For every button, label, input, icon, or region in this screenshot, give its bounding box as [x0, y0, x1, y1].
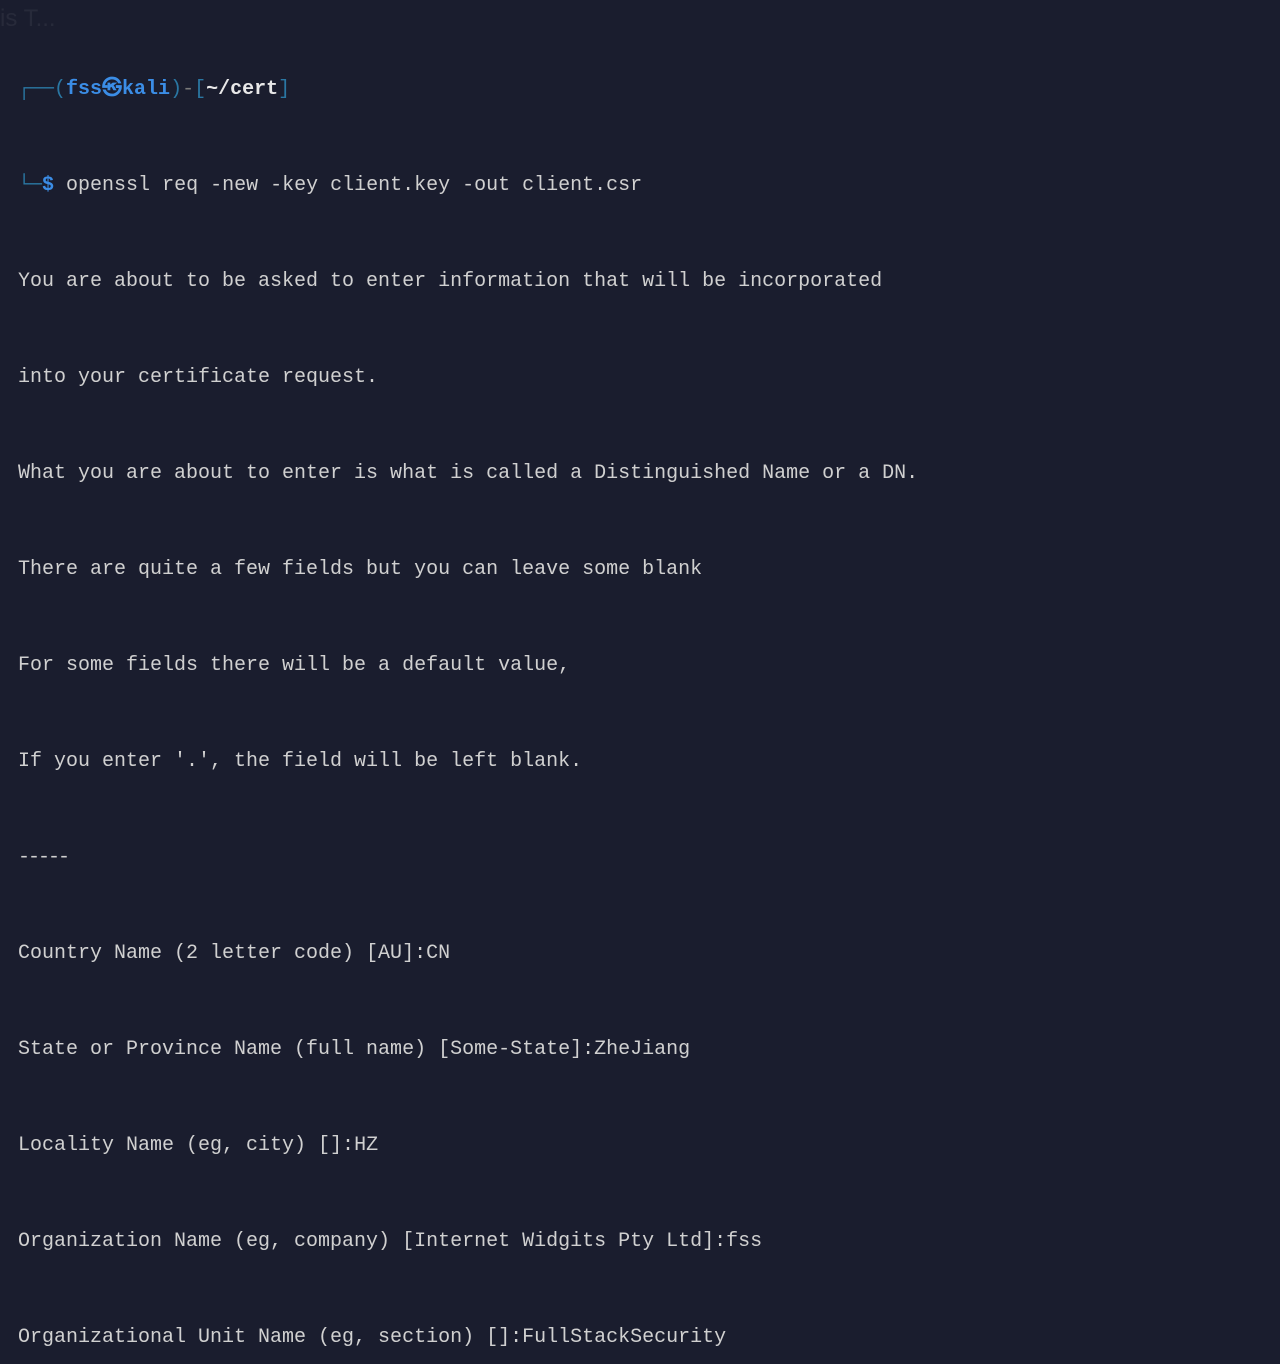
- field-line-1: State or Province Name (full name) [Some…: [18, 1034, 1262, 1066]
- output-divider: -----: [18, 842, 1262, 874]
- output-intro-5: If you enter '.', the field will be left…: [18, 746, 1262, 778]
- prompt-host: kali: [122, 78, 170, 101]
- field-value: CN: [426, 942, 450, 965]
- command-text: openssl req -new -key client.key -out cl…: [66, 174, 642, 197]
- output-intro-1: into your certificate request.: [18, 362, 1262, 394]
- at-icon: ㉿: [102, 78, 122, 101]
- field-prompt: Country Name (2 letter code) [AU]:: [18, 942, 426, 965]
- prompt-line-1: ┌──(fss㉿kali)-[~/cert]: [18, 74, 1262, 106]
- field-prompt: Locality Name (eg, city) []:: [18, 1134, 354, 1157]
- prompt-dash: -: [182, 78, 194, 101]
- field-value: fss: [726, 1230, 762, 1253]
- field-value: FullStackSecurity: [522, 1326, 726, 1349]
- prompt-dollar: $: [42, 174, 54, 197]
- prompt-home: ~: [206, 78, 218, 101]
- field-prompt: Organizational Unit Name (eg, section) […: [18, 1326, 522, 1349]
- field-line-3: Organization Name (eg, company) [Interne…: [18, 1226, 1262, 1258]
- field-line-2: Locality Name (eg, city) []:HZ: [18, 1130, 1262, 1162]
- field-value: HZ: [354, 1134, 378, 1157]
- field-line-0: Country Name (2 letter code) [AU]:CN: [18, 938, 1262, 970]
- output-intro-3: There are quite a few fields but you can…: [18, 554, 1262, 586]
- prompt-bracket-close: ]: [278, 78, 290, 101]
- output-intro-4: For some fields there will be a default …: [18, 650, 1262, 682]
- prompt-paren-close: ): [170, 78, 182, 101]
- prompt-corner-top: ┌──: [18, 78, 54, 101]
- terminal-window[interactable]: ┌──(fss㉿kali)-[~/cert] └─$ openssl req -…: [18, 10, 1262, 1364]
- field-value: ZheJiang: [594, 1038, 690, 1061]
- prompt-corner-bottom: └─: [18, 174, 42, 197]
- prompt-user: fss: [66, 78, 102, 101]
- output-intro-2: What you are about to enter is what is c…: [18, 458, 1262, 490]
- prompt-cwd: /cert: [218, 78, 278, 101]
- output-intro-0: You are about to be asked to enter infor…: [18, 266, 1262, 298]
- field-prompt: State or Province Name (full name) [Some…: [18, 1038, 594, 1061]
- prompt-paren-open: (: [54, 78, 66, 101]
- field-line-4: Organizational Unit Name (eg, section) […: [18, 1322, 1262, 1354]
- field-prompt: Organization Name (eg, company) [Interne…: [18, 1230, 726, 1253]
- prompt-bracket-open: [: [194, 78, 206, 101]
- prompt-line-2: └─$ openssl req -new -key client.key -ou…: [18, 170, 1262, 202]
